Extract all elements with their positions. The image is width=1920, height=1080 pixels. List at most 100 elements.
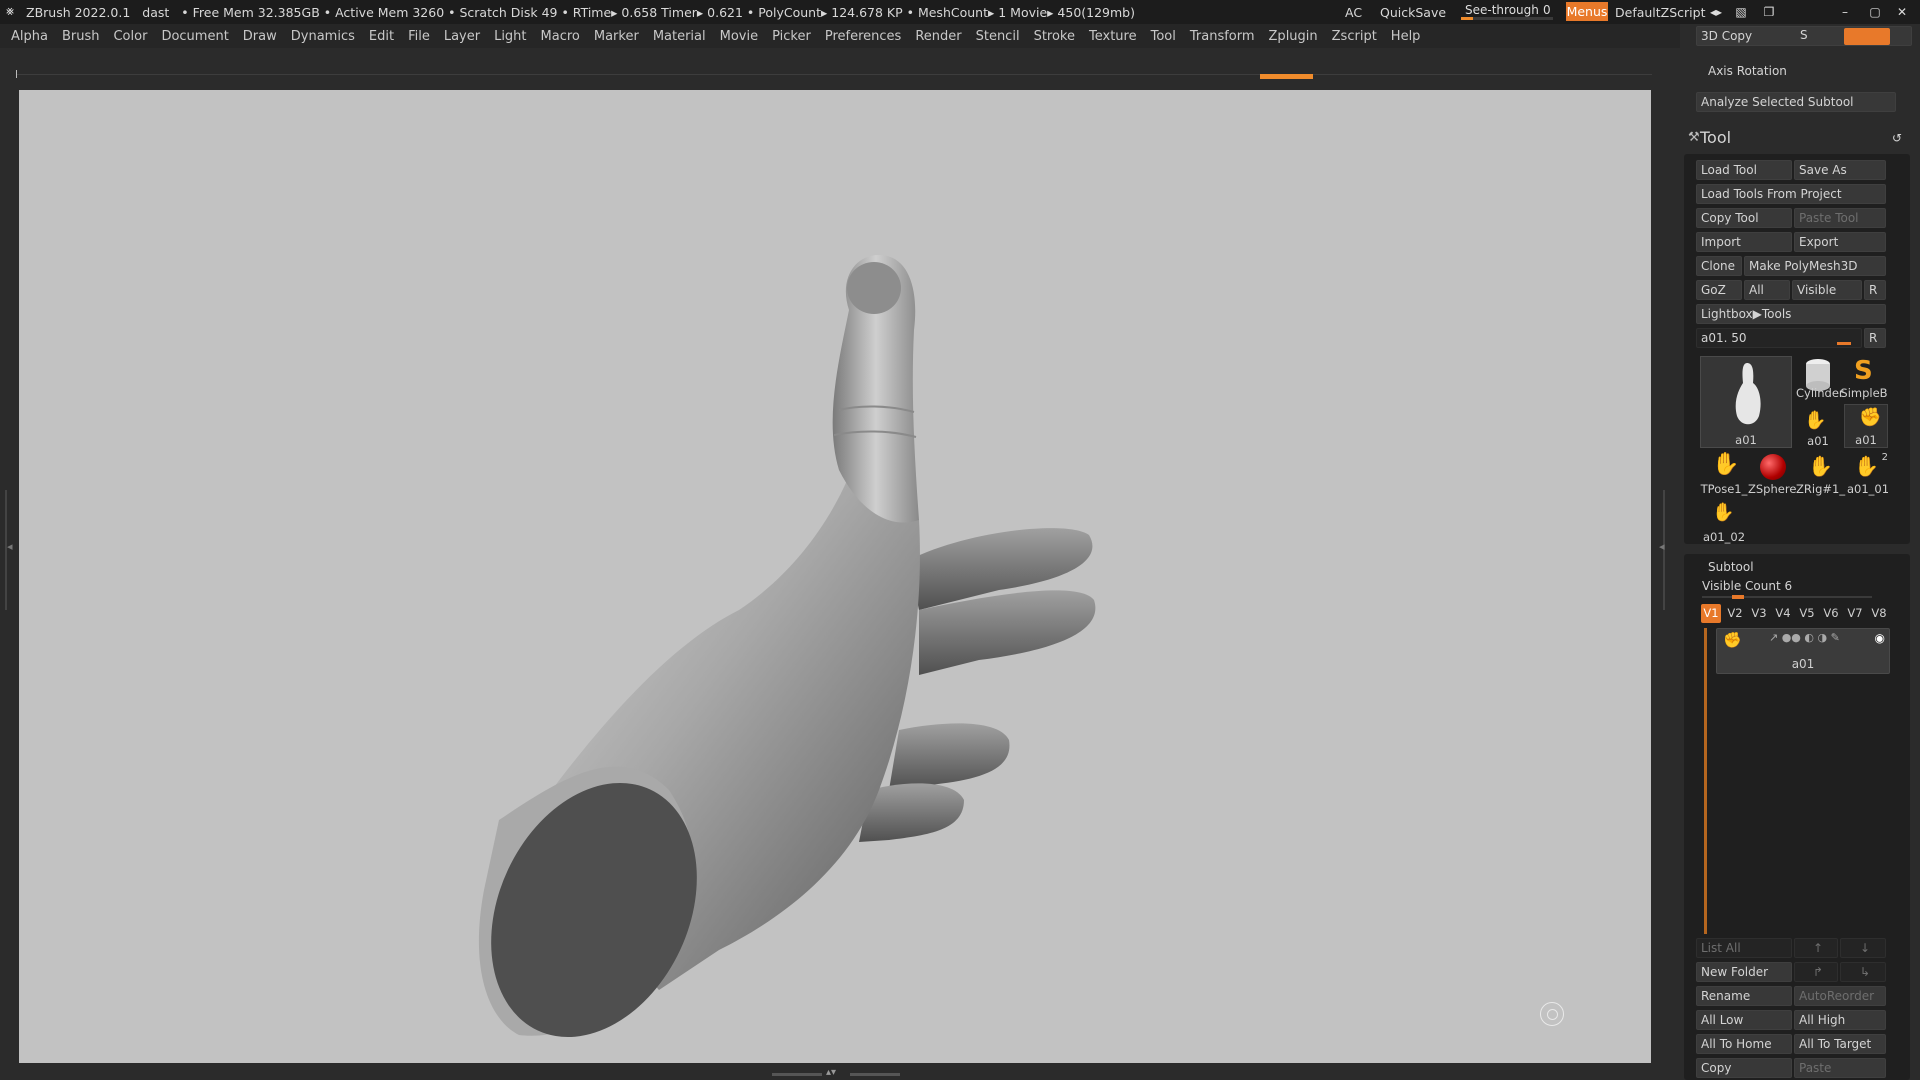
tool-thumb-a01-01[interactable]: ✋ 2 a01_01 xyxy=(1844,452,1892,496)
lightbox-tools-button[interactable]: Lightbox▶Tools xyxy=(1696,304,1886,324)
import-button[interactable]: Import xyxy=(1696,232,1792,252)
version-tab-v7[interactable]: V7 xyxy=(1845,604,1865,623)
version-tab-v8[interactable]: V8 xyxy=(1869,604,1889,623)
menu-stencil[interactable]: Stencil xyxy=(976,29,1020,44)
refresh-icon[interactable]: ↺ xyxy=(1892,131,1902,145)
left-tray-handle[interactable]: ◂ xyxy=(5,490,13,610)
all-to-target-button[interactable]: All To Target xyxy=(1794,1034,1886,1054)
menu-macro[interactable]: Macro xyxy=(541,29,580,44)
maximize-icon[interactable]: ▢ xyxy=(1866,3,1884,21)
rename-button[interactable]: Rename xyxy=(1696,986,1792,1006)
menu-movie[interactable]: Movie xyxy=(720,29,758,44)
load-tool-button[interactable]: Load Tool xyxy=(1696,160,1792,180)
tool-palette-title[interactable]: Tool xyxy=(1700,128,1731,147)
menu-alpha[interactable]: Alpha xyxy=(11,29,48,44)
menu-help[interactable]: Help xyxy=(1391,29,1421,44)
menu-layer[interactable]: Layer xyxy=(444,29,480,44)
ui-layout-icon[interactable]: ▧ xyxy=(1732,3,1750,21)
tool-thumb-simplebrush[interactable]: S SimpleB xyxy=(1840,356,1888,400)
bottom-tray-handle[interactable]: ▴▾ xyxy=(772,1067,900,1078)
tool-thumb-tpose[interactable]: ✋ TPose1_ xyxy=(1700,452,1748,496)
menu-marker[interactable]: Marker xyxy=(594,29,639,44)
right-tray-handle[interactable]: ◂ xyxy=(1659,490,1665,610)
axis-rotation-label: Axis Rotation xyxy=(1708,64,1787,78)
folder-up-icon[interactable]: ↱ xyxy=(1794,962,1838,982)
navigation-target-icon[interactable] xyxy=(1540,1002,1564,1026)
canvas-viewport[interactable] xyxy=(19,90,1651,1063)
subtool-title[interactable]: Subtool xyxy=(1708,560,1754,574)
copy-subtool-button[interactable]: Copy xyxy=(1696,1058,1792,1078)
clone-button[interactable]: Clone xyxy=(1696,256,1742,276)
menu-file[interactable]: File xyxy=(408,29,430,44)
version-tab-v4[interactable]: V4 xyxy=(1773,604,1793,623)
move-down-icon[interactable]: ↓ xyxy=(1840,938,1886,958)
tool-thumb-zsphere[interactable]: ZSphere xyxy=(1748,452,1796,496)
visible-count-slider[interactable]: Visible Count 6 xyxy=(1702,579,1792,593)
version-tab-v2[interactable]: V2 xyxy=(1725,604,1745,623)
new-folder-button[interactable]: New Folder xyxy=(1696,962,1792,982)
tool-thumb-a01-02[interactable]: ✋ a01_02 xyxy=(1700,500,1748,544)
tool-thumb-a01-active[interactable]: a01 xyxy=(1700,356,1792,448)
current-tool-slider[interactable]: a01. 50 xyxy=(1696,328,1862,348)
list-all-button[interactable]: List All xyxy=(1696,938,1792,958)
minimize-icon[interactable]: – xyxy=(1836,3,1854,21)
goz-visible-button[interactable]: Visible xyxy=(1792,280,1862,300)
menus-toggle[interactable]: Menus xyxy=(1566,2,1608,21)
menu-dynamics[interactable]: Dynamics xyxy=(291,29,355,44)
shelf-divider xyxy=(16,74,1652,75)
tool-thumb-a01-b[interactable]: ✋ a01 xyxy=(1796,404,1840,448)
export-button[interactable]: Export xyxy=(1794,232,1886,252)
all-high-button[interactable]: All High xyxy=(1794,1010,1886,1030)
quicksave-button[interactable]: QuickSave xyxy=(1380,0,1446,24)
tool-thumb-cylinder[interactable]: Cylinder xyxy=(1796,356,1844,400)
version-tab-v3[interactable]: V3 xyxy=(1749,604,1769,623)
copy-tool-button[interactable]: Copy Tool xyxy=(1696,208,1792,228)
layout-icon[interactable]: ◂▸ xyxy=(1707,3,1725,21)
menu-edit[interactable]: Edit xyxy=(369,29,394,44)
menu-document[interactable]: Document xyxy=(161,29,228,44)
paste-tool-button[interactable]: Paste Tool xyxy=(1794,208,1886,228)
menu-draw[interactable]: Draw xyxy=(243,29,277,44)
menu-material[interactable]: Material xyxy=(653,29,706,44)
move-up-icon[interactable]: ↑ xyxy=(1794,938,1838,958)
version-tab-v6[interactable]: V6 xyxy=(1821,604,1841,623)
paste-subtool-button[interactable]: Paste xyxy=(1794,1058,1886,1078)
tool-thumb-zrig[interactable]: ✋ ZRig#1_ xyxy=(1796,452,1845,496)
3d-copy-slider[interactable] xyxy=(1844,28,1890,45)
menu-brush[interactable]: Brush xyxy=(62,29,100,44)
tool-r-button[interactable]: R xyxy=(1864,328,1886,348)
load-tools-from-project-button[interactable]: Load Tools From Project xyxy=(1696,184,1886,204)
menu-color[interactable]: Color xyxy=(113,29,147,44)
menu-zplugin[interactable]: Zplugin xyxy=(1269,29,1318,44)
version-tab-v5[interactable]: V5 xyxy=(1797,604,1817,623)
goz-button[interactable]: GoZ xyxy=(1696,280,1742,300)
menu-preferences[interactable]: Preferences xyxy=(825,29,901,44)
goz-all-button[interactable]: All xyxy=(1744,280,1790,300)
goz-r-button[interactable]: R xyxy=(1864,280,1886,300)
menu-zscript[interactable]: Zscript xyxy=(1332,29,1377,44)
folder-down-icon[interactable]: ↳ xyxy=(1840,962,1886,982)
version-tab-v1[interactable]: V1 xyxy=(1701,604,1721,623)
default-zscript[interactable]: DefaultZScript xyxy=(1615,0,1706,24)
subtool-scrollbar[interactable] xyxy=(1704,628,1707,934)
analyze-subtool-button[interactable]: Analyze Selected Subtool xyxy=(1696,92,1896,112)
restore-icon[interactable]: ❐ xyxy=(1760,3,1778,21)
seethrough-slider[interactable]: See-through 0 xyxy=(1461,2,1553,20)
menu-texture[interactable]: Texture xyxy=(1089,29,1137,44)
all-low-button[interactable]: All Low xyxy=(1696,1010,1792,1030)
menu-render[interactable]: Render xyxy=(915,29,961,44)
save-as-button[interactable]: Save As xyxy=(1794,160,1886,180)
menu-tool[interactable]: Tool xyxy=(1151,29,1176,44)
tool-thumb-a01-c[interactable]: ✊ a01 xyxy=(1844,404,1888,448)
shelf-indicator[interactable] xyxy=(1260,74,1313,79)
make-polymesh-button[interactable]: Make PolyMesh3D xyxy=(1744,256,1886,276)
menu-picker[interactable]: Picker xyxy=(772,29,811,44)
visible-count-thumb[interactable] xyxy=(1732,595,1744,599)
subtool-item-active[interactable]: ✊ ↗ ●● ◐ ◑ ✎ ◉ a01 xyxy=(1716,628,1890,674)
menu-transform[interactable]: Transform xyxy=(1190,29,1255,44)
menu-stroke[interactable]: Stroke xyxy=(1034,29,1075,44)
all-to-home-button[interactable]: All To Home xyxy=(1696,1034,1792,1054)
menu-light[interactable]: Light xyxy=(494,29,526,44)
autoreorder-button[interactable]: AutoReorder xyxy=(1794,986,1886,1006)
close-icon[interactable]: ✕ xyxy=(1893,3,1911,21)
